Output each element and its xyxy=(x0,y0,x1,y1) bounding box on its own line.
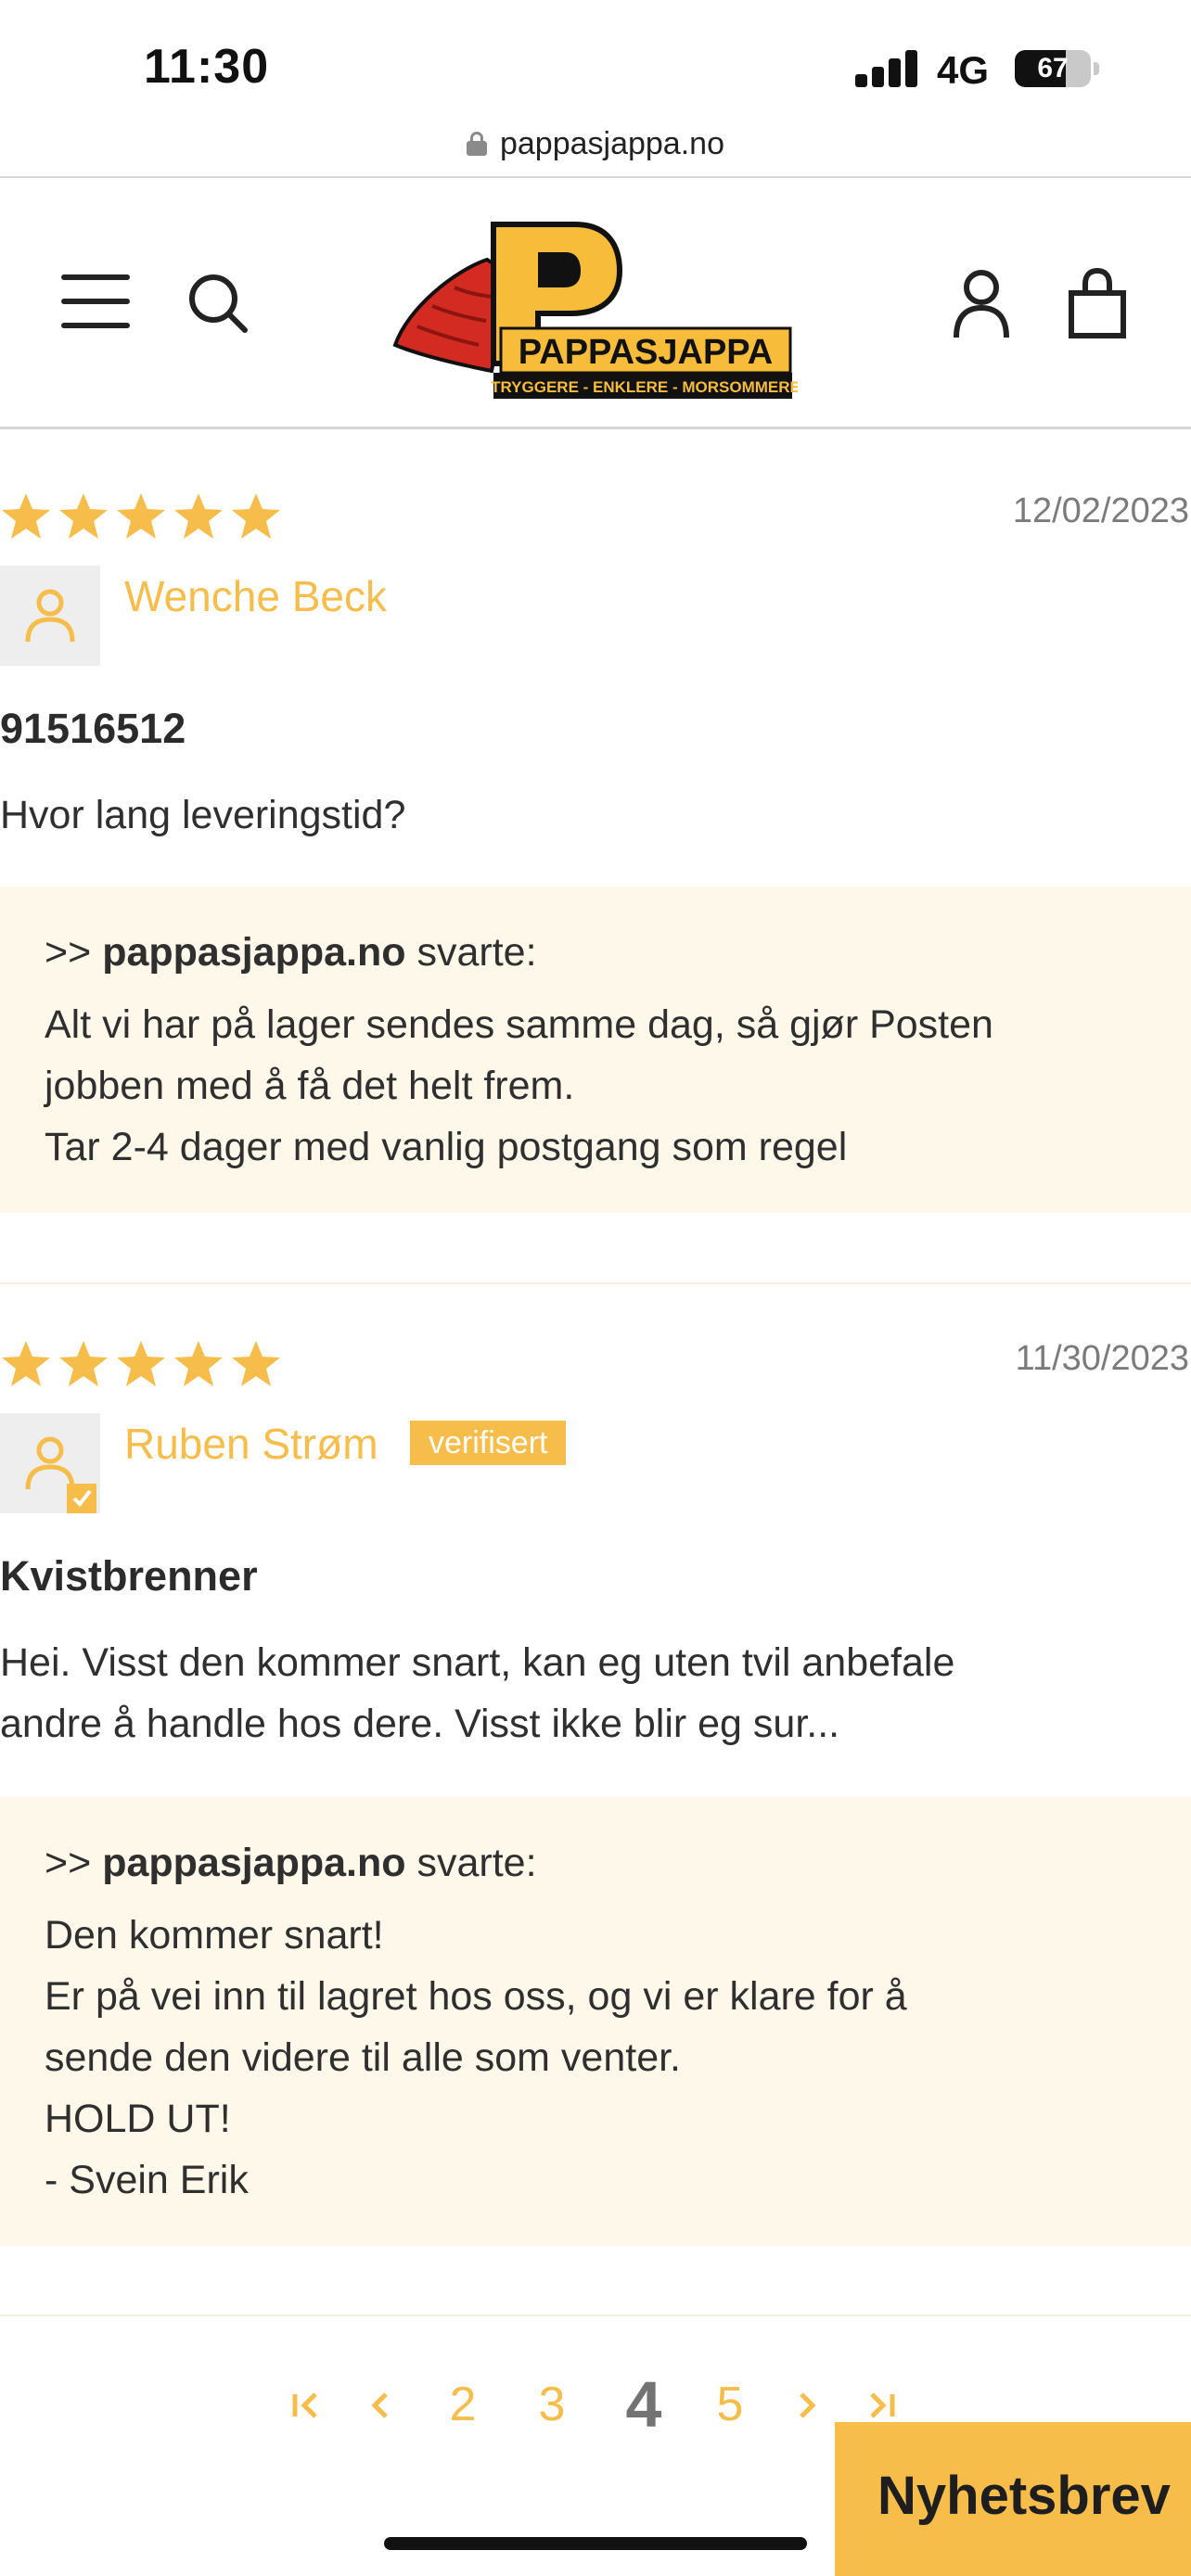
star-icon xyxy=(2,493,50,539)
divider xyxy=(0,2315,1191,2316)
cart-icon[interactable] xyxy=(1067,267,1128,341)
store-reply: >> pappasjappa.no svarte: Den kommer sna… xyxy=(0,1797,1191,2246)
site-logo[interactable]: PAPPASJAPPA TRYGGERE - ENKLERE - MORSOMM… xyxy=(390,215,798,401)
reply-text: Den kommer snart! xyxy=(45,1913,384,1958)
prev-page-icon[interactable] xyxy=(352,2363,408,2446)
star-icon xyxy=(232,493,280,539)
reply-header: >> pappasjappa.no svarte: xyxy=(45,922,1146,983)
avatar-icon xyxy=(0,566,100,666)
reply-prefix: >> xyxy=(45,930,92,975)
star-icon xyxy=(174,1341,223,1386)
reply-text: Alt vi har på lager sendes samme dag, så… xyxy=(45,1002,993,1047)
divider xyxy=(0,427,1191,429)
star-icon xyxy=(59,1341,108,1386)
battery-level: 67 xyxy=(1037,53,1069,83)
logo-tagline: TRYGGERE - ENKLERE - MORSOMMERE xyxy=(491,378,798,396)
review-date: 11/30/2023 xyxy=(1015,1339,1189,1378)
lock-icon xyxy=(466,132,487,156)
star-icon xyxy=(174,493,223,539)
pagination: 2 3 4 5 xyxy=(278,2363,928,2446)
reviewer-name: Wenche Beck xyxy=(124,572,387,620)
reply-author: pappasjappa.no xyxy=(102,930,406,975)
battery-icon: 67 xyxy=(1015,50,1091,87)
star-icon xyxy=(59,493,108,539)
first-page-icon[interactable] xyxy=(278,2363,334,2446)
review-title: Kvistbrenner xyxy=(0,1552,258,1600)
reply-text: Er på vei inn til lagret hos oss, og vi … xyxy=(45,1974,907,2019)
network-type: 4G xyxy=(937,48,990,92)
page-link[interactable]: 2 xyxy=(432,2363,493,2446)
home-indicator[interactable] xyxy=(384,2537,807,2550)
status-time: 11:30 xyxy=(144,40,270,94)
review-item: 11/30/2023 Ruben Strøm verifisert Kvistb… xyxy=(0,1339,1191,2257)
reviewer-name: Ruben Strøm xyxy=(124,1420,378,1468)
divider xyxy=(0,1282,1191,1284)
review-item: 12/02/2023 Wenche Beck 91516512 Hvor lan… xyxy=(0,491,1191,1224)
site-header: PAPPASJAPPA TRYGGERE - ENKLERE - MORSOMM… xyxy=(0,178,1191,427)
review-body-line: andre å handle hos dere. Visst ikke blir… xyxy=(0,1702,840,1746)
status-bar: 11:30 4G 67 xyxy=(0,0,1191,111)
star-icon xyxy=(117,493,165,539)
reply-text: - Svein Erik xyxy=(45,2158,249,2202)
review-title: 91516512 xyxy=(0,705,186,752)
reply-text: Tar 2-4 dager med vanlig postgang som re… xyxy=(45,1125,848,1169)
signal-icon xyxy=(855,48,920,87)
star-rating xyxy=(0,491,282,542)
review-body: Hvor lang leveringstid? xyxy=(0,793,406,837)
review-body-line: Hei. Visst den kommer snart, kan eg uten… xyxy=(0,1640,955,1685)
page-link[interactable]: 5 xyxy=(699,2363,761,2446)
avatar-icon xyxy=(0,1413,100,1513)
verified-badge: verifisert xyxy=(410,1421,567,1465)
reply-suffix: svarte: xyxy=(416,930,537,975)
newsletter-button[interactable]: Nyhetsbrev xyxy=(835,2422,1191,2576)
reply-author: pappasjappa.no xyxy=(102,1841,406,1885)
address-bar[interactable]: pappasjappa.no xyxy=(0,111,1191,176)
logo-name: PAPPASJAPPA xyxy=(519,333,774,372)
reply-suffix: svarte: xyxy=(416,1841,537,1885)
next-page-icon[interactable] xyxy=(779,2363,835,2446)
star-icon xyxy=(232,1341,280,1386)
current-page: 4 xyxy=(625,2368,662,2441)
star-rating xyxy=(0,1339,282,1389)
menu-icon[interactable] xyxy=(61,274,130,328)
reply-prefix: >> xyxy=(45,1841,92,1885)
store-reply: >> pappasjappa.no svarte: Alt vi har på … xyxy=(0,886,1191,1213)
search-icon[interactable] xyxy=(186,271,250,336)
reply-text: sende den videre til alle som venter. xyxy=(45,2035,682,2080)
star-icon xyxy=(2,1341,50,1386)
url-text: pappasjappa.no xyxy=(499,125,724,161)
reply-text: HOLD UT! xyxy=(45,2097,231,2141)
review-body: Hei. Visst den kommer snart, kan eg uten… xyxy=(0,1632,1150,1754)
account-icon[interactable] xyxy=(951,267,1012,341)
page-link[interactable]: 3 xyxy=(521,2363,583,2446)
review-date: 12/02/2023 xyxy=(1012,491,1189,530)
reply-text: jobben med å få det helt frem. xyxy=(45,1064,575,1108)
star-icon xyxy=(117,1341,165,1386)
reply-header: >> pappasjappa.no svarte: xyxy=(45,1832,1146,1894)
